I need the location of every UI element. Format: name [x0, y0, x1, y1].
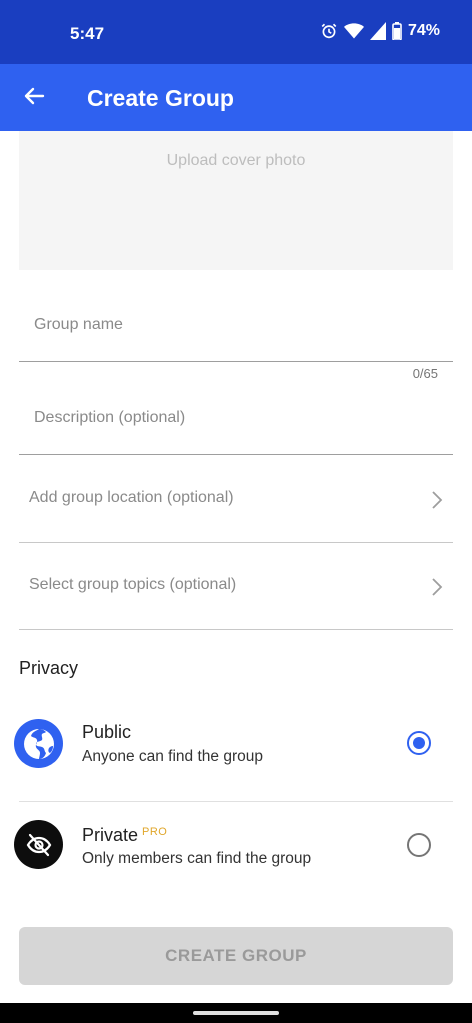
- battery-icon: [392, 22, 402, 40]
- private-radio[interactable]: [407, 833, 431, 857]
- upload-cover-label: Upload cover photo: [166, 152, 306, 169]
- public-subtitle: Anyone can find the group: [82, 748, 263, 765]
- battery-percent: 74%: [407, 22, 440, 39]
- eye-off-icon: [14, 820, 63, 869]
- globe-icon: [14, 719, 63, 768]
- status-icons: 74%: [320, 22, 440, 40]
- description-field: [19, 382, 453, 455]
- public-radio[interactable]: [407, 731, 431, 755]
- upload-cover-photo[interactable]: Upload cover photo: [19, 131, 453, 270]
- add-location-row[interactable]: Add group location (optional): [19, 456, 453, 543]
- page-title: Create Group: [87, 85, 234, 111]
- select-topics-label: Select group topics (optional): [29, 576, 237, 593]
- back-button[interactable]: [20, 84, 48, 112]
- select-topics-row[interactable]: Select group topics (optional): [19, 543, 453, 630]
- public-title: Public: [82, 722, 132, 742]
- arrow-back-icon: [22, 84, 46, 113]
- app-bar: Create Group: [0, 64, 472, 131]
- alarm-icon: [320, 22, 338, 40]
- chevron-right-icon: [431, 490, 443, 515]
- private-title: Private: [82, 825, 139, 845]
- privacy-option-private[interactable]: Private PRO Only members can find the gro…: [0, 802, 472, 902]
- chevron-right-icon: [431, 577, 443, 602]
- navigation-bar: [0, 1003, 472, 1023]
- group-name-counter: 0/65: [412, 366, 438, 381]
- private-title-row: Private PRO: [82, 825, 167, 846]
- privacy-option-public[interactable]: Public Anyone can find the group: [0, 700, 472, 800]
- wifi-icon: [343, 22, 364, 40]
- privacy-heading: Privacy: [19, 658, 79, 678]
- group-name-input[interactable]: [34, 289, 434, 361]
- status-time: 5:47: [70, 24, 105, 43]
- create-group-button[interactable]: CREATE GROUP: [19, 927, 453, 985]
- status-bar: 5:47 74%: [0, 0, 472, 64]
- group-name-field: [19, 289, 453, 362]
- private-subtitle: Only members can find the group: [82, 850, 312, 867]
- signal-icon: [369, 22, 386, 40]
- home-handle[interactable]: [193, 1011, 279, 1015]
- description-input[interactable]: [34, 382, 434, 454]
- pro-badge: PRO: [142, 826, 168, 838]
- add-location-label: Add group location (optional): [29, 489, 234, 506]
